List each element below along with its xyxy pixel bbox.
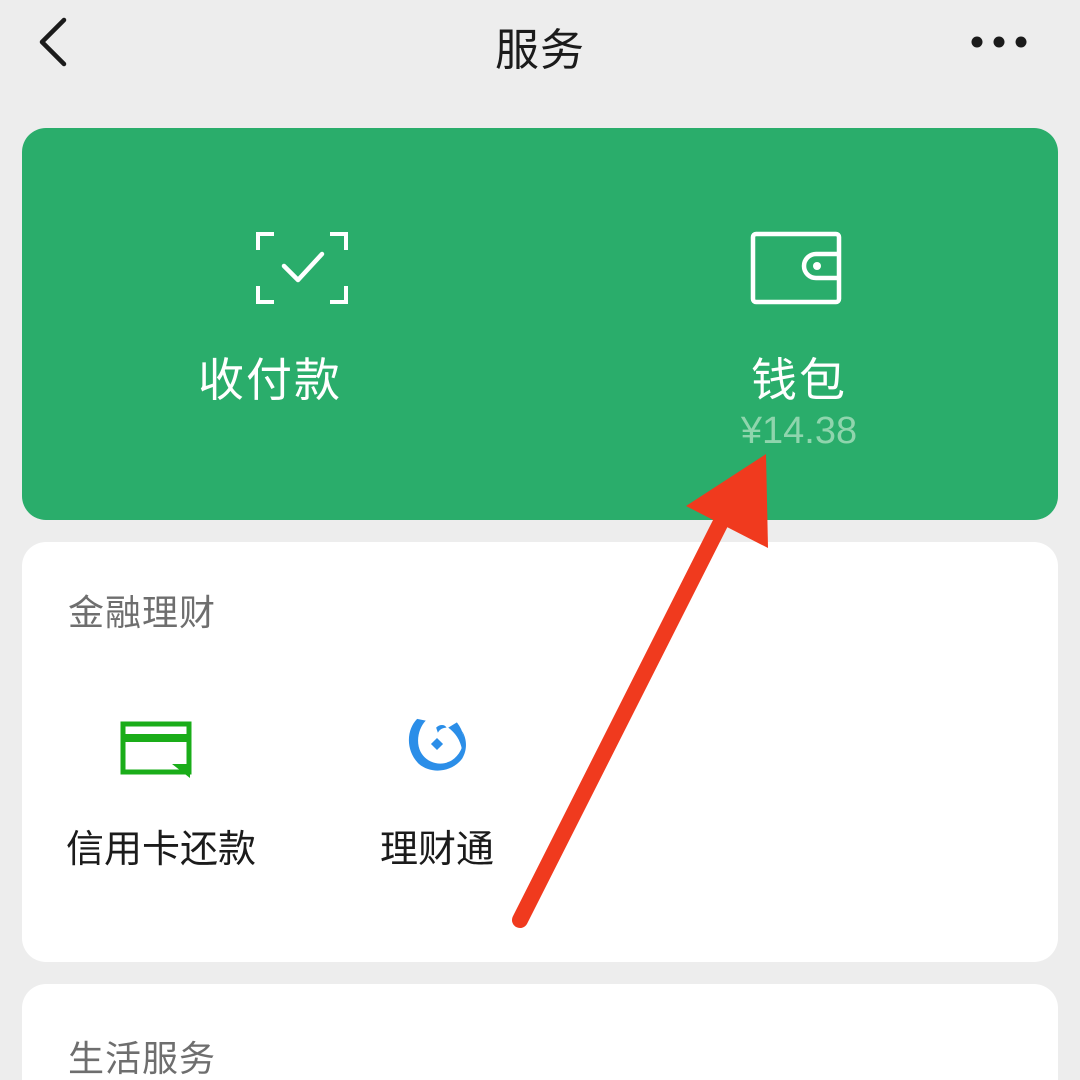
section-title-life: 生活服务 [68,1039,217,1080]
service-screen: 服务 收付款 钱包 ¥14.38 金融理财 信用卡还款 理财通 生活服务 [0,0,1080,1080]
finance-section: 金融理财 信用卡还款 理财通 [22,542,1058,962]
top-bar: 服务 [0,0,1080,90]
wallet-icon [750,231,842,305]
payment-wallet-card: 收付款 钱包 ¥14.38 [22,128,1058,520]
more-horizontal-icon [971,36,1027,48]
pay-receive-label: 收付款 [198,353,342,407]
pay-receive-button[interactable]: 收付款 [22,128,540,520]
credit-card-repayment-label: 信用卡还款 [66,827,257,871]
wallet-balance: ¥14.38 [740,410,858,452]
licaitong-label: 理财通 [380,827,495,871]
wallet-label: 钱包 [751,353,847,407]
more-button[interactable] [954,20,1044,64]
page-title: 服务 [495,25,585,76]
credit-card-repayment-button[interactable]: 信用卡还款 [64,712,264,872]
licaitong-icon [408,718,466,771]
section-title-finance: 金融理财 [68,593,217,634]
credit-card-icon [120,721,192,778]
scan-check-icon [256,232,348,304]
life-services-section: 生活服务 [22,984,1058,1080]
wallet-button[interactable]: 钱包 ¥14.38 [540,128,1058,520]
licaitong-button[interactable]: 理财通 [352,712,522,872]
